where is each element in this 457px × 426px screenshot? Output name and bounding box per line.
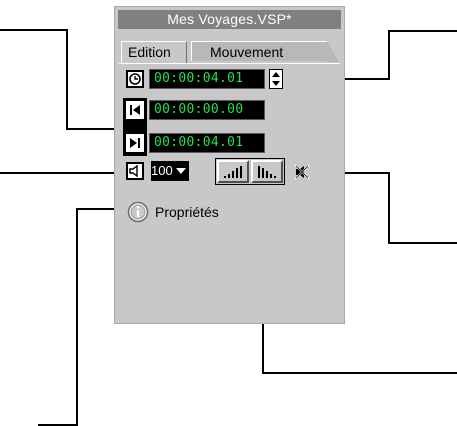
start-timecode[interactable]: 00:00:00.00 [149,100,265,120]
info-icon [127,201,149,223]
fade-group [215,158,285,185]
mute-icon[interactable] [293,163,311,181]
tab-strip: Mouvement Edition [119,41,340,64]
tab-edition[interactable]: Edition [121,41,187,63]
volume-dropdown[interactable] [173,161,189,181]
tab-mouvement[interactable]: Mouvement [191,41,339,62]
speaker-icon[interactable] [126,162,144,180]
clip-properties-panel: Mes Voyages.VSP* Mouvement Edition 00:00… [114,6,345,324]
clock-icon[interactable] [126,70,144,88]
volume-value[interactable]: 100 [151,161,173,181]
properties-label: Propriétés [155,204,219,220]
go-to-end-icon[interactable] [126,134,144,152]
duration-spinner[interactable] [269,69,283,89]
window-title: Mes Voyages.VSP* [118,10,341,29]
go-to-start-icon[interactable] [126,101,144,119]
properties-link[interactable]: Propriétés [127,200,219,224]
end-timecode[interactable]: 00:00:04.01 [149,133,265,153]
duration-timecode[interactable]: 00:00:04.01 [149,69,265,89]
